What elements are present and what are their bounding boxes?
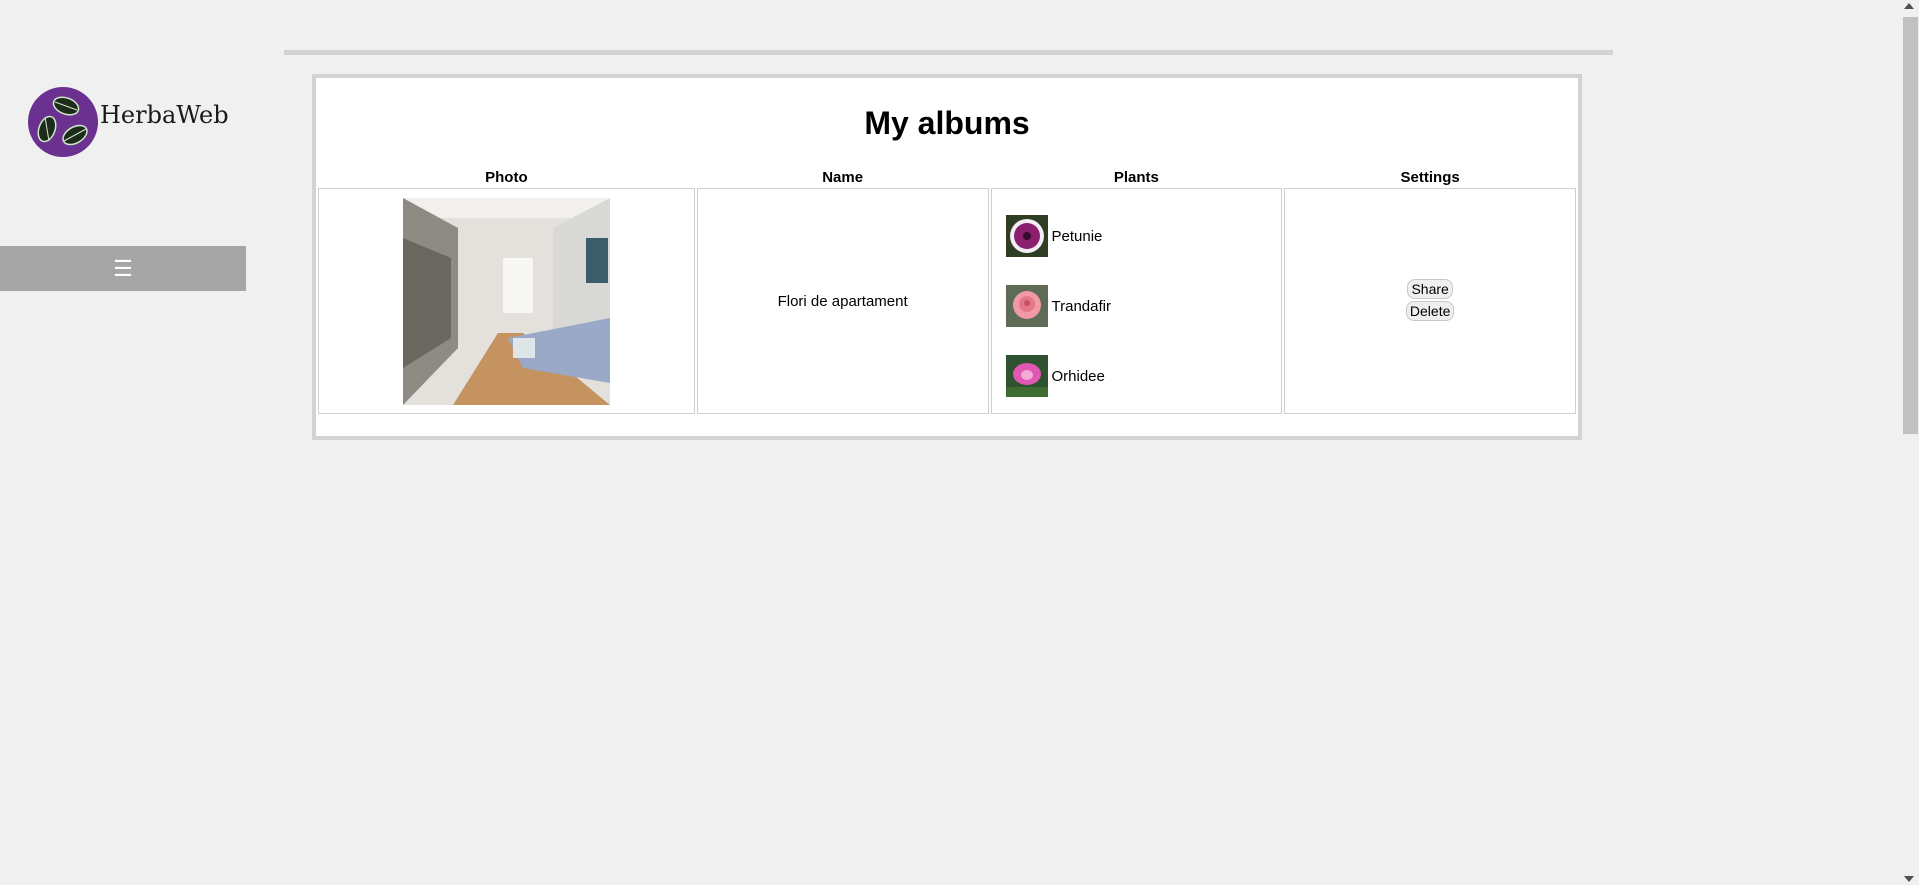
albums-table: Photo Name Plants Settings Flori de apar… [316, 166, 1578, 416]
menu-toggle-button[interactable]: ☰ [0, 246, 246, 291]
column-header-settings: Settings [1400, 169, 1460, 186]
share-button[interactable]: Share [1407, 279, 1453, 299]
column-header-plants: Plants [1113, 169, 1159, 186]
album-name-cell: Flori de apartament [696, 188, 989, 414]
rose-icon [1005, 285, 1048, 327]
table-row: Flori de apartament Petunie Trandafir Or… [318, 188, 1576, 414]
albums-panel: My albums Photo Name Plants Settings Flo… [312, 74, 1582, 440]
album-photo[interactable] [402, 197, 610, 405]
scrollbar-thumb[interactable] [1903, 17, 1918, 434]
orchid-icon [1005, 355, 1048, 397]
petunia-icon [1005, 215, 1048, 257]
header-divider [284, 50, 1613, 55]
album-name: Flori de apartament [777, 292, 908, 310]
plant-name: Trandafir [1051, 297, 1111, 315]
album-settings-cell: Share Delete [1284, 188, 1576, 414]
album-photo-cell [318, 188, 695, 414]
plant-item-trandafir[interactable]: Trandafir [1005, 285, 1282, 327]
plant-item-petunie[interactable]: Petunie [1005, 215, 1282, 257]
scroll-up-arrow-icon[interactable] [1904, 3, 1914, 9]
brand-name: HerbaWeb [100, 101, 229, 129]
plant-item-orhidee[interactable]: Orhidee [1005, 355, 1282, 397]
vertical-scrollbar[interactable] [1900, 0, 1919, 885]
page-title: My albums [864, 105, 1030, 141]
brand-logo[interactable]: HerbaWeb [28, 87, 229, 157]
hamburger-icon: ☰ [113, 255, 133, 281]
delete-button[interactable]: Delete [1405, 301, 1455, 321]
leaf-triskele-icon [28, 87, 98, 157]
column-header-name: Name [822, 169, 864, 186]
column-header-photo: Photo [485, 169, 528, 186]
plant-list: Petunie Trandafir Orhidee [992, 215, 1282, 397]
scroll-down-arrow-icon[interactable] [1904, 876, 1914, 882]
album-plants-cell: Petunie Trandafir Orhidee [990, 188, 1283, 414]
plant-name: Orhidee [1051, 367, 1105, 385]
plant-name: Petunie [1051, 227, 1103, 245]
